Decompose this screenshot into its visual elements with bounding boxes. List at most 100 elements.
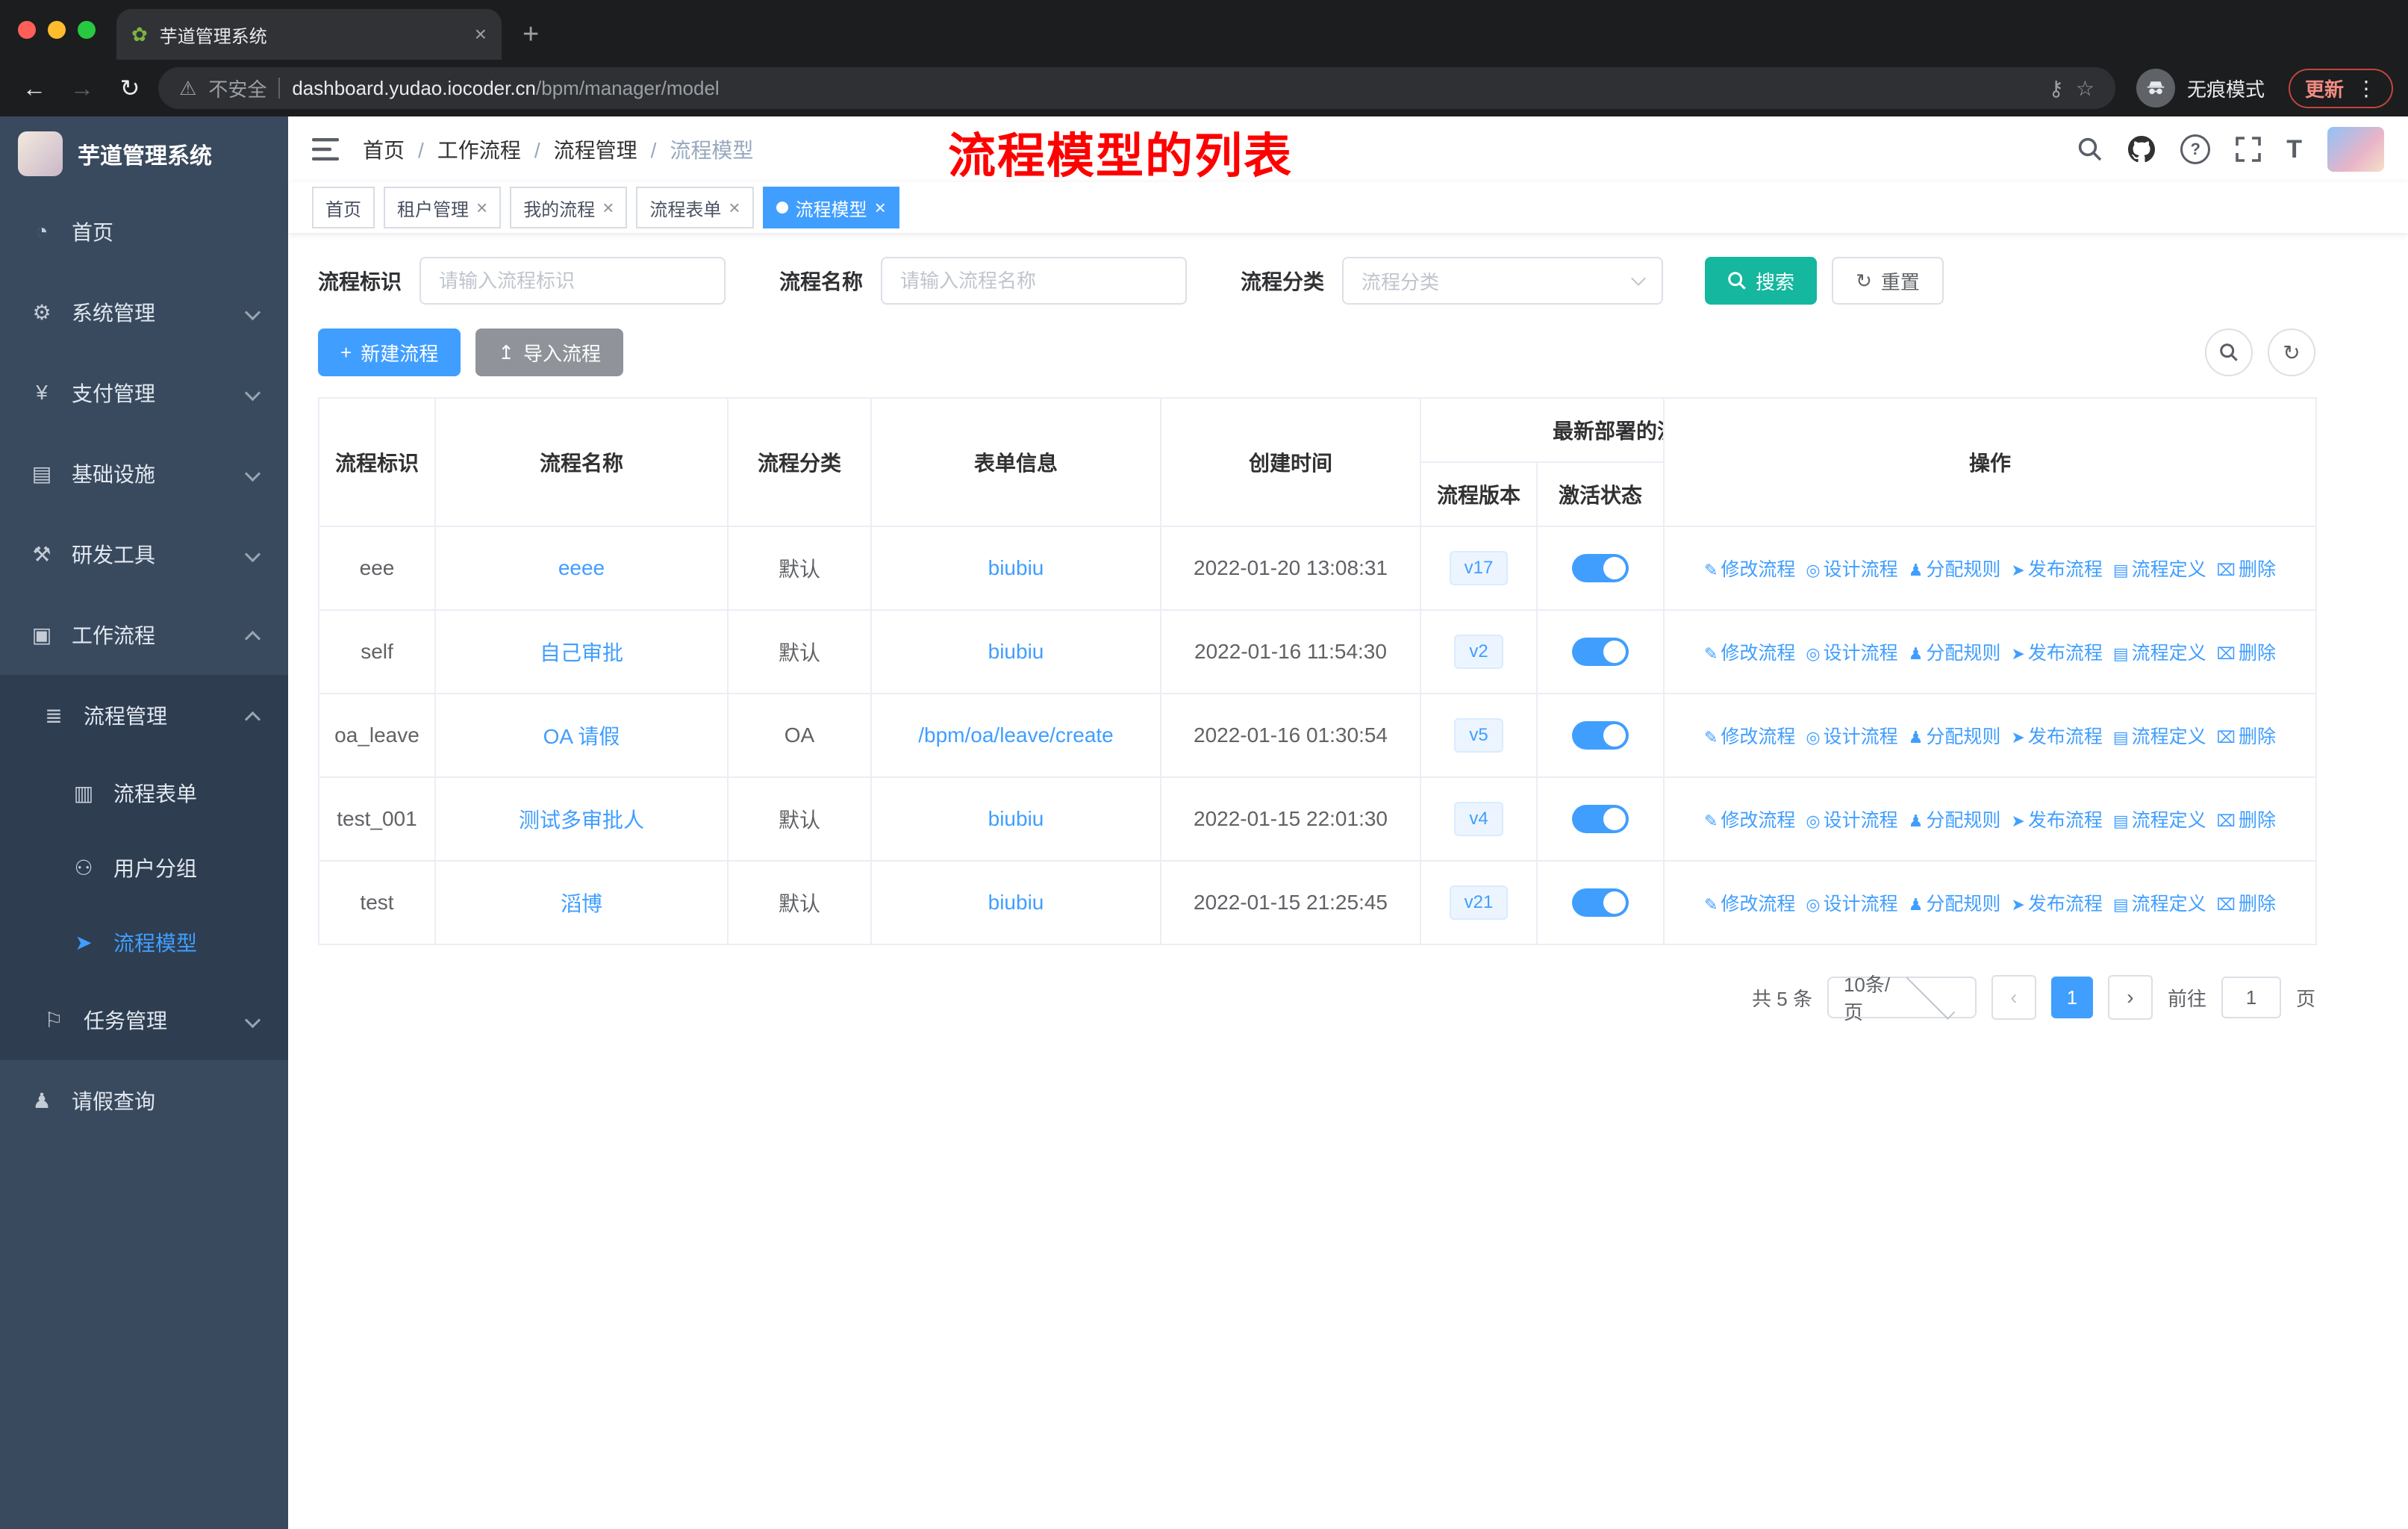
hamburger-icon[interactable] bbox=[312, 138, 339, 161]
version-badge[interactable]: v4 bbox=[1454, 802, 1503, 836]
deploy-model-link[interactable]: ➤ 发布流程 bbox=[2011, 894, 2102, 915]
back-icon[interactable]: ← bbox=[15, 75, 54, 102]
deploy-model-link[interactable]: ➤ 发布流程 bbox=[2011, 810, 2102, 831]
delete-model-link[interactable]: ⌧ 删除 bbox=[2217, 726, 2276, 747]
browser-menu-icon[interactable]: ⋮ bbox=[2356, 76, 2377, 101]
edit-model-link[interactable]: ✎ 修改流程 bbox=[1704, 726, 1795, 747]
fullscreen-icon[interactable] bbox=[2236, 137, 2262, 162]
edit-model-link[interactable]: ✎ 修改流程 bbox=[1704, 894, 1795, 915]
deploy-model-link[interactable]: ➤ 发布流程 bbox=[2011, 559, 2102, 580]
design-model-link[interactable]: ◎ 设计流程 bbox=[1806, 643, 1897, 664]
edit-model-link[interactable]: ✎ 修改流程 bbox=[1704, 643, 1795, 664]
model-name-link[interactable]: 自己审批 bbox=[540, 641, 623, 664]
version-badge[interactable]: v21 bbox=[1449, 885, 1509, 920]
assign-rule-link[interactable]: ♟ 分配规则 bbox=[1909, 810, 2001, 831]
process-definition-link[interactable]: ▤ 流程定义 bbox=[2113, 643, 2206, 664]
close-window-button[interactable] bbox=[18, 21, 36, 39]
page-size-select[interactable]: 10条/页 bbox=[1827, 971, 1977, 1024]
toggle-search-button[interactable] bbox=[2205, 328, 2253, 376]
next-page-button[interactable]: › bbox=[2107, 975, 2153, 1020]
breadcrumb-workflow[interactable]: 工作流程 bbox=[405, 134, 521, 164]
github-icon[interactable] bbox=[2128, 136, 2156, 163]
model-name-link[interactable]: eeee bbox=[558, 556, 605, 579]
tag-process-model[interactable]: 流程模型 × bbox=[762, 187, 899, 228]
process-definition-link[interactable]: ▤ 流程定义 bbox=[2113, 726, 2206, 747]
password-key-icon[interactable]: ⚷ bbox=[2048, 76, 2064, 101]
delete-model-link[interactable]: ⌧ 删除 bbox=[2217, 810, 2276, 831]
form-info-link[interactable]: /bpm/oa/leave/create bbox=[918, 723, 1114, 747]
tag-close-icon[interactable]: × bbox=[602, 196, 614, 219]
delete-model-link[interactable]: ⌧ 删除 bbox=[2217, 559, 2276, 580]
active-status-toggle[interactable] bbox=[1572, 721, 1629, 750]
tag-home[interactable]: 首页 bbox=[312, 187, 375, 228]
design-model-link[interactable]: ◎ 设计流程 bbox=[1806, 894, 1897, 915]
minimize-window-button[interactable] bbox=[48, 21, 66, 39]
tag-close-icon[interactable]: × bbox=[875, 196, 886, 219]
design-model-link[interactable]: ◎ 设计流程 bbox=[1806, 559, 1897, 580]
sidebar-item-infra[interactable]: ▤ 基础设施 bbox=[0, 433, 288, 514]
prev-page-button[interactable]: ‹ bbox=[1991, 975, 2036, 1020]
active-status-toggle[interactable] bbox=[1572, 805, 1629, 833]
model-name-link[interactable]: OA 请假 bbox=[543, 725, 620, 748]
active-status-toggle[interactable] bbox=[1572, 888, 1629, 917]
goto-page-input[interactable] bbox=[2221, 977, 2281, 1018]
sidebar-item-process-model[interactable]: ➤ 流程模型 bbox=[0, 905, 288, 980]
create-model-button[interactable]: + 新建流程 bbox=[318, 328, 461, 376]
forward-icon[interactable]: → bbox=[63, 75, 102, 102]
filter-category-select[interactable]: 流程分类 bbox=[1342, 257, 1664, 305]
sidebar-item-process-mgmt[interactable]: ≣ 流程管理 bbox=[0, 675, 288, 756]
process-definition-link[interactable]: ▤ 流程定义 bbox=[2113, 894, 2206, 915]
delete-model-link[interactable]: ⌧ 删除 bbox=[2217, 894, 2276, 915]
version-badge[interactable]: v17 bbox=[1449, 551, 1509, 585]
search-button[interactable]: 搜索 bbox=[1705, 257, 1818, 305]
tag-tenant-mgmt[interactable]: 租户管理 × bbox=[384, 187, 502, 228]
zoom-window-button[interactable] bbox=[78, 21, 96, 39]
sidebar-item-task-mgmt[interactable]: ⚐ 任务管理 bbox=[0, 980, 288, 1060]
import-model-button[interactable]: ↥ 导入流程 bbox=[475, 328, 624, 376]
process-definition-link[interactable]: ▤ 流程定义 bbox=[2113, 810, 2206, 831]
form-info-link[interactable]: biubiu bbox=[988, 807, 1044, 830]
search-icon[interactable] bbox=[2077, 137, 2103, 162]
help-icon[interactable]: ? bbox=[2180, 134, 2211, 164]
edit-model-link[interactable]: ✎ 修改流程 bbox=[1704, 810, 1795, 831]
form-info-link[interactable]: biubiu bbox=[988, 640, 1044, 663]
bookmark-star-icon[interactable]: ☆ bbox=[2076, 76, 2094, 101]
deploy-model-link[interactable]: ➤ 发布流程 bbox=[2011, 643, 2102, 664]
breadcrumb-process-mgmt[interactable]: 流程管理 bbox=[521, 134, 637, 164]
assign-rule-link[interactable]: ♟ 分配规则 bbox=[1909, 726, 2001, 747]
assign-rule-link[interactable]: ♟ 分配规则 bbox=[1909, 559, 2001, 580]
sidebar-item-user-group[interactable]: ⚇ 用户分组 bbox=[0, 830, 288, 905]
sidebar-item-workflow[interactable]: ▣ 工作流程 bbox=[0, 594, 288, 675]
active-status-toggle[interactable] bbox=[1572, 638, 1629, 666]
active-status-toggle[interactable] bbox=[1572, 554, 1629, 582]
app-logo[interactable]: 芋道管理系统 bbox=[0, 116, 288, 191]
tag-close-icon[interactable]: × bbox=[476, 196, 487, 219]
browser-tab[interactable]: ✿ 芋道管理系统 × bbox=[116, 9, 502, 60]
delete-model-link[interactable]: ⌧ 删除 bbox=[2217, 643, 2276, 664]
browser-update-button[interactable]: 更新 ⋮ bbox=[2288, 68, 2393, 108]
sidebar-item-process-form[interactable]: ▥ 流程表单 bbox=[0, 756, 288, 830]
model-name-link[interactable]: 测试多审批人 bbox=[519, 809, 644, 832]
address-bar[interactable]: ⚠ 不安全 dashboard.yudao.iocoder.cn/bpm/man… bbox=[158, 67, 2115, 109]
tab-close-icon[interactable]: × bbox=[475, 22, 487, 46]
version-badge[interactable]: v2 bbox=[1454, 635, 1503, 669]
assign-rule-link[interactable]: ♟ 分配规则 bbox=[1909, 894, 2001, 915]
process-definition-link[interactable]: ▤ 流程定义 bbox=[2113, 559, 2206, 580]
refresh-table-button[interactable]: ↻ bbox=[2268, 328, 2315, 376]
form-info-link[interactable]: biubiu bbox=[988, 891, 1044, 914]
sidebar-item-home[interactable]: ◔ 首页 bbox=[0, 191, 288, 272]
reset-button[interactable]: ↻ 重置 bbox=[1832, 257, 1944, 305]
sidebar-item-system[interactable]: ⚙ 系统管理 bbox=[0, 272, 288, 352]
assign-rule-link[interactable]: ♟ 分配规则 bbox=[1909, 643, 2001, 664]
filter-key-input[interactable] bbox=[419, 257, 726, 305]
design-model-link[interactable]: ◎ 设计流程 bbox=[1806, 810, 1897, 831]
model-name-link[interactable]: 滔博 bbox=[561, 892, 602, 915]
sidebar-item-devtools[interactable]: ⚒ 研发工具 bbox=[0, 514, 288, 594]
security-label[interactable]: 不安全 bbox=[208, 75, 266, 102]
user-avatar[interactable] bbox=[2327, 127, 2384, 172]
form-info-link[interactable]: biubiu bbox=[988, 556, 1044, 579]
edit-model-link[interactable]: ✎ 修改流程 bbox=[1704, 559, 1795, 580]
sidebar-item-leave-query[interactable]: ♟ 请假查询 bbox=[0, 1060, 288, 1141]
new-tab-button[interactable]: + bbox=[523, 19, 539, 51]
tag-my-process[interactable]: 我的流程 × bbox=[510, 187, 628, 228]
